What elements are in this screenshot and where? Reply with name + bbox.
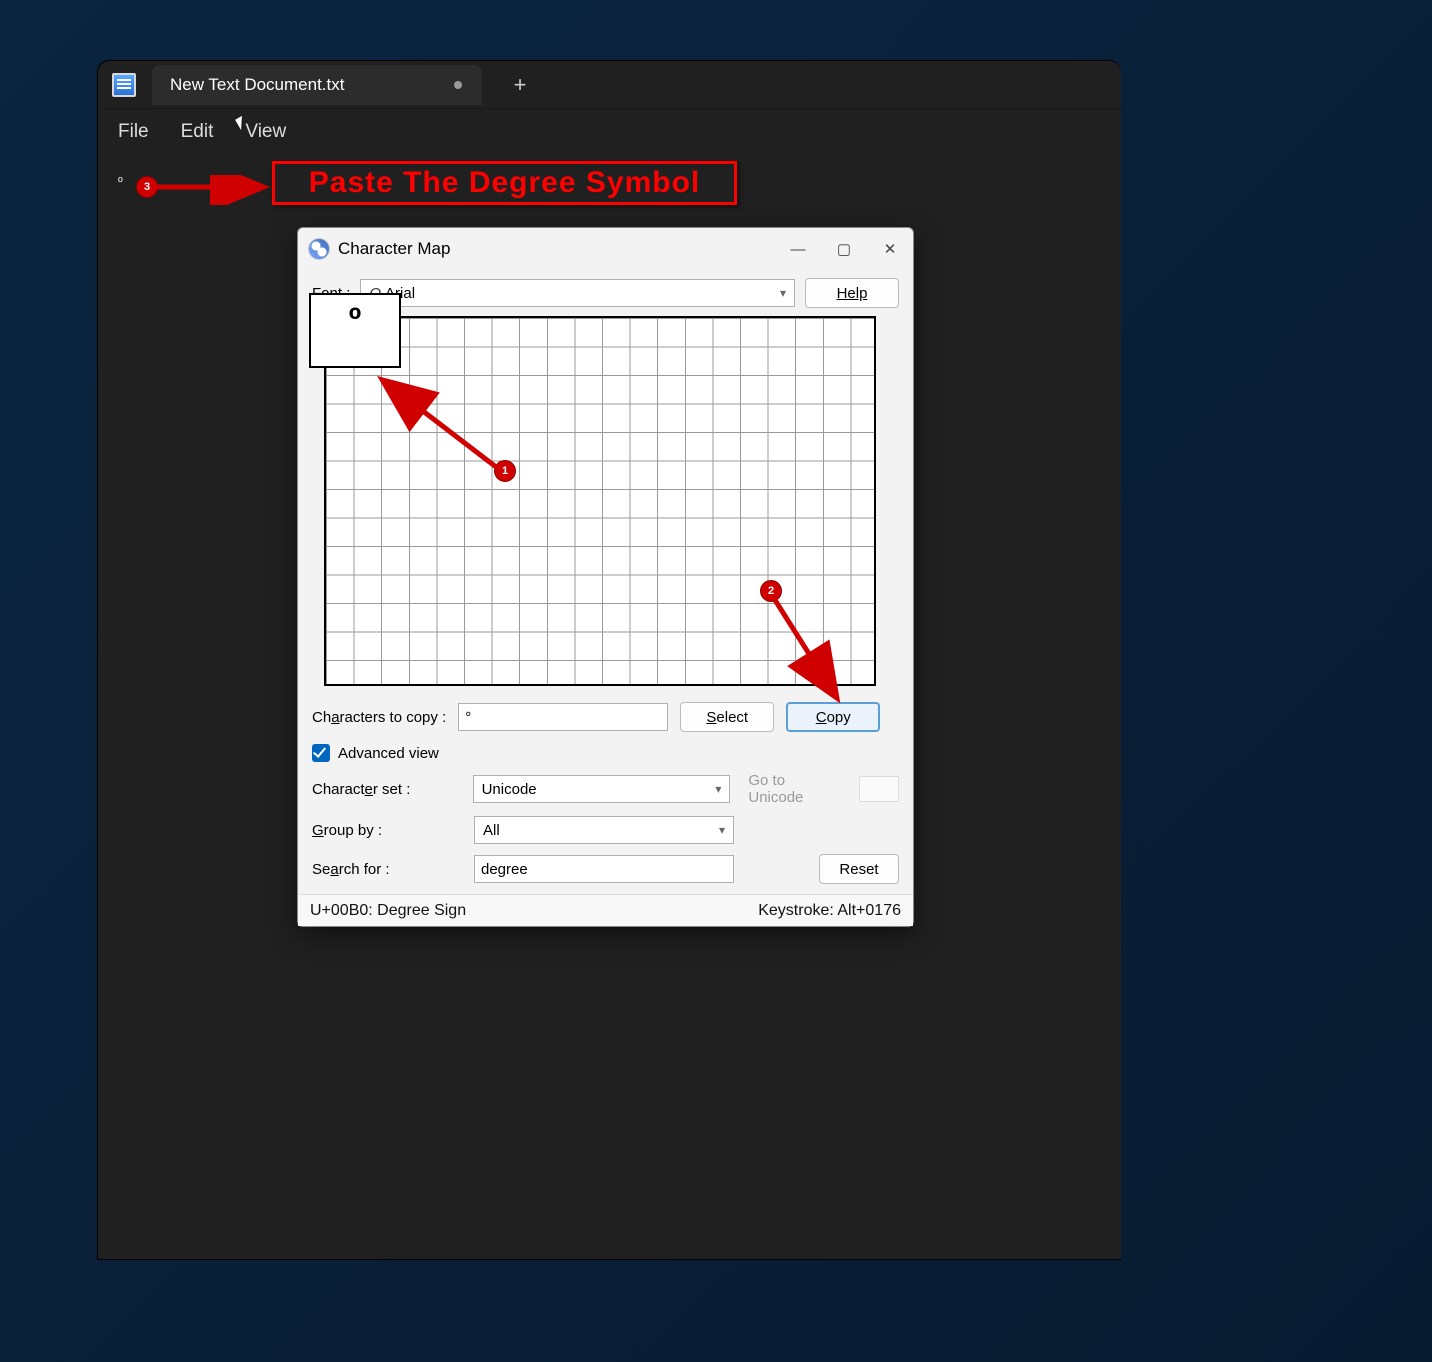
zoomed-character-cell[interactable]: º <box>309 293 401 368</box>
character-map-dialog: Character Map — ▢ ✕ Font : Font : OArial… <box>297 227 914 927</box>
status-bar: U+00B0: Degree Sign Keystroke: Alt+0176 <box>298 894 913 926</box>
status-left: U+00B0: Degree Sign <box>310 902 466 920</box>
menu-view[interactable]: View <box>245 121 286 143</box>
advanced-view-label: Advanced view <box>338 745 439 762</box>
chars-to-copy-input[interactable]: ° <box>458 703 668 731</box>
dialog-title: Character Map <box>338 239 450 259</box>
new-tab-button[interactable]: + <box>502 67 538 103</box>
dialog-title-bar[interactable]: Character Map — ▢ ✕ <box>298 228 913 270</box>
help-button[interactable]: Help <box>805 278 899 308</box>
search-label: Search for : <box>312 861 464 878</box>
goto-unicode-input[interactable] <box>859 776 899 802</box>
charset-select[interactable]: Unicode▾ <box>473 775 731 803</box>
annotation-badge-3: 3 <box>136 176 158 198</box>
status-right: Keystroke: Alt+0176 <box>758 902 901 920</box>
tab-title: New Text Document.txt <box>170 75 344 95</box>
goto-unicode-label: Go to Unicode <box>748 772 843 806</box>
tab-modified-dot-icon <box>454 81 462 89</box>
annotation-badge-1: 1 <box>494 460 516 482</box>
tab-bar: New Text Document.txt + <box>98 61 1121 109</box>
chars-to-copy-label: Characters to copy : <box>312 709 446 726</box>
close-button[interactable]: ✕ <box>867 228 913 270</box>
chevron-down-icon: ▾ <box>780 286 786 300</box>
charmap-app-icon <box>308 238 330 260</box>
search-input[interactable]: degree <box>474 855 734 883</box>
charset-label: Character set : <box>312 781 463 798</box>
group-by-select[interactable]: All▾ <box>474 816 734 844</box>
group-by-label: Group by : <box>312 822 464 839</box>
chevron-down-icon: ▾ <box>715 782 721 796</box>
maximize-button[interactable]: ▢ <box>821 228 867 270</box>
character-grid[interactable]: º <box>324 316 876 686</box>
tab-document[interactable]: New Text Document.txt <box>152 65 482 105</box>
notepad-app-icon <box>112 73 136 97</box>
chevron-down-icon: ▾ <box>719 823 725 837</box>
menu-file[interactable]: File <box>118 121 149 143</box>
annotation-callout: Paste The Degree Symbol <box>272 161 737 205</box>
menu-edit[interactable]: Edit <box>181 121 214 143</box>
reset-button[interactable]: Reset <box>819 854 899 884</box>
editor-degree-char: º <box>118 174 123 189</box>
copy-button[interactable]: Copy <box>786 702 880 732</box>
advanced-view-checkbox[interactable] <box>312 744 330 762</box>
minimize-button[interactable]: — <box>775 228 821 270</box>
select-button[interactable]: Select <box>680 702 774 732</box>
annotation-badge-2: 2 <box>760 580 782 602</box>
font-select[interactable]: OArial ▾ <box>360 279 795 307</box>
